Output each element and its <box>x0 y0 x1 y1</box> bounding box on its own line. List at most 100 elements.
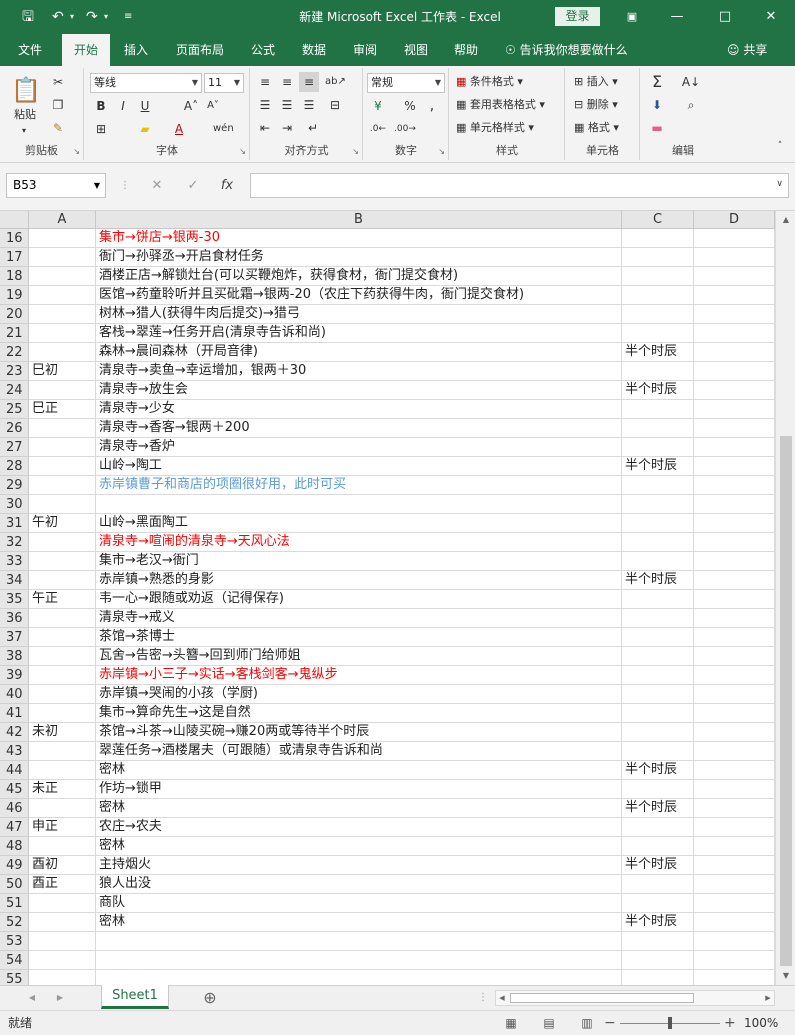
cell-b[interactable]: 清泉寺→香炉 <box>96 438 622 457</box>
number-launcher-icon[interactable]: ↘ <box>438 147 445 156</box>
page-layout-view-icon[interactable]: ▤ <box>540 1015 558 1031</box>
font-color-icon[interactable]: A <box>169 119 189 139</box>
tab-page-layout[interactable]: 页面布局 <box>172 34 228 66</box>
increase-decimal-icon[interactable]: .0← <box>368 119 388 139</box>
row-header[interactable]: 49 <box>0 856 29 875</box>
cell-styles-button[interactable]: ▦ 单元格样式 ▾ <box>456 119 534 137</box>
cell-d[interactable] <box>694 305 775 324</box>
tab-help[interactable]: 帮助 <box>450 34 482 66</box>
cell-a[interactable] <box>29 704 96 723</box>
cell-b[interactable]: 主持烟火 <box>96 856 622 875</box>
currency-icon[interactable]: ¥ <box>368 96 388 116</box>
close-icon[interactable]: ✕ <box>759 6 783 28</box>
cell-c[interactable]: 半个时辰 <box>622 457 694 476</box>
fill-icon[interactable]: ⬇ <box>647 95 667 115</box>
row-header[interactable]: 48 <box>0 837 29 856</box>
cell-c[interactable] <box>622 685 694 704</box>
cell-c[interactable] <box>622 438 694 457</box>
scroll-right-icon[interactable]: ▶ <box>762 991 774 1005</box>
row-header[interactable]: 42 <box>0 723 29 742</box>
format-cells-button[interactable]: ▦ 格式 ▾ <box>574 119 619 137</box>
align-top-icon[interactable]: ≡ <box>255 72 275 92</box>
row-header[interactable]: 54 <box>0 951 29 970</box>
decrease-indent-icon[interactable]: ⇤ <box>255 118 275 138</box>
customize-toolbar-icon[interactable]: ≡ <box>124 8 132 26</box>
cell-a[interactable]: 巳正 <box>29 400 96 419</box>
cell-c[interactable]: 半个时辰 <box>622 799 694 818</box>
number-format-select[interactable]: 常规 ▼ <box>367 73 445 93</box>
insert-cells-button[interactable]: ⊞ 插入 ▾ <box>574 73 618 91</box>
collapse-ribbon-icon[interactable]: ˄ <box>770 136 790 156</box>
scroll-down-icon[interactable]: ▼ <box>776 967 795 985</box>
row-header[interactable]: 33 <box>0 552 29 571</box>
worksheet-grid[interactable]: A B C D 16 集市→饼店→银两-30 17 衙门→孙驿丞→开启食材任务 18 酒楼… <box>0 211 775 985</box>
cell-c[interactable] <box>622 305 694 324</box>
cell-a[interactable] <box>29 913 96 932</box>
vertical-scrollbar[interactable]: ▲ ▼ <box>775 211 795 985</box>
increase-font-icon[interactable]: A˄ <box>181 96 201 116</box>
cell-b[interactable] <box>96 970 622 985</box>
cell-c[interactable] <box>622 514 694 533</box>
row-header[interactable]: 23 <box>0 362 29 381</box>
cell-b[interactable]: 狼人出没 <box>96 875 622 894</box>
cell-a[interactable] <box>29 609 96 628</box>
cell-a[interactable] <box>29 533 96 552</box>
cell-d[interactable] <box>694 609 775 628</box>
cell-d[interactable] <box>694 742 775 761</box>
cell-b[interactable]: 商队 <box>96 894 622 913</box>
scroll-left-icon[interactable]: ◀ <box>496 991 508 1005</box>
cell-b[interactable]: 清泉寺→喧闹的清泉寺→天风心法 <box>96 533 622 552</box>
cut-icon[interactable]: ✂ <box>48 72 68 92</box>
cell-b[interactable]: 密林 <box>96 837 622 856</box>
cell-d[interactable] <box>694 647 775 666</box>
row-header[interactable]: 35 <box>0 590 29 609</box>
row-header[interactable]: 43 <box>0 742 29 761</box>
increase-indent-icon[interactable]: ⇥ <box>277 118 297 138</box>
cell-a[interactable] <box>29 248 96 267</box>
undo-dropdown-icon[interactable]: ▾ <box>70 8 74 26</box>
cancel-icon[interactable]: ✕ <box>146 173 168 198</box>
row-header[interactable]: 38 <box>0 647 29 666</box>
cell-d[interactable] <box>694 970 775 985</box>
cell-d[interactable] <box>694 438 775 457</box>
cell-a[interactable] <box>29 932 96 951</box>
row-header[interactable]: 52 <box>0 913 29 932</box>
cell-c[interactable]: 半个时辰 <box>622 571 694 590</box>
cell-a[interactable] <box>29 419 96 438</box>
cell-c[interactable] <box>622 932 694 951</box>
cell-b[interactable]: 韦一心→跟随或劝返（记得保存) <box>96 590 622 609</box>
cell-a[interactable] <box>29 305 96 324</box>
row-header[interactable]: 36 <box>0 609 29 628</box>
cell-d[interactable] <box>694 267 775 286</box>
tab-formulas[interactable]: 公式 <box>247 34 279 66</box>
cell-c[interactable] <box>622 666 694 685</box>
conditional-format-button[interactable]: ▦ 条件格式 ▾ <box>456 73 523 91</box>
clipboard-launcher-icon[interactable]: ↘ <box>73 147 80 156</box>
cell-d[interactable] <box>694 932 775 951</box>
cell-b[interactable]: 赤岸镇→哭闹的小孩（学厨) <box>96 685 622 704</box>
cell-d[interactable] <box>694 818 775 837</box>
column-header-b[interactable]: B <box>96 211 622 229</box>
column-header-c[interactable]: C <box>622 211 694 229</box>
cell-a[interactable] <box>29 552 96 571</box>
sheet-tab-sheet1[interactable]: Sheet1 <box>101 985 169 1009</box>
cell-a[interactable] <box>29 647 96 666</box>
font-launcher-icon[interactable]: ↘ <box>239 147 246 156</box>
cell-a[interactable]: 未初 <box>29 723 96 742</box>
align-center-icon[interactable]: ☰ <box>277 95 297 115</box>
cell-c[interactable] <box>622 590 694 609</box>
cell-a[interactable]: 酉正 <box>29 875 96 894</box>
cell-b[interactable]: 山岭→陶工 <box>96 457 622 476</box>
cell-b[interactable]: 树林→猎人(获得牛肉后提交)→猎弓 <box>96 305 622 324</box>
tab-view[interactable]: 视图 <box>400 34 432 66</box>
percent-icon[interactable]: % <box>400 96 420 116</box>
paste-dropdown-icon[interactable]: ▾ <box>22 122 26 140</box>
delete-cells-button[interactable]: ⊟ 删除 ▾ <box>574 96 618 114</box>
row-header[interactable]: 47 <box>0 818 29 837</box>
cell-d[interactable] <box>694 248 775 267</box>
cell-c[interactable] <box>622 837 694 856</box>
align-right-icon[interactable]: ☰ <box>299 95 319 115</box>
cell-a[interactable]: 巳初 <box>29 362 96 381</box>
cell-b[interactable]: 清泉寺→卖鱼→幸运增加，银两＋30 <box>96 362 622 381</box>
cell-d[interactable] <box>694 514 775 533</box>
